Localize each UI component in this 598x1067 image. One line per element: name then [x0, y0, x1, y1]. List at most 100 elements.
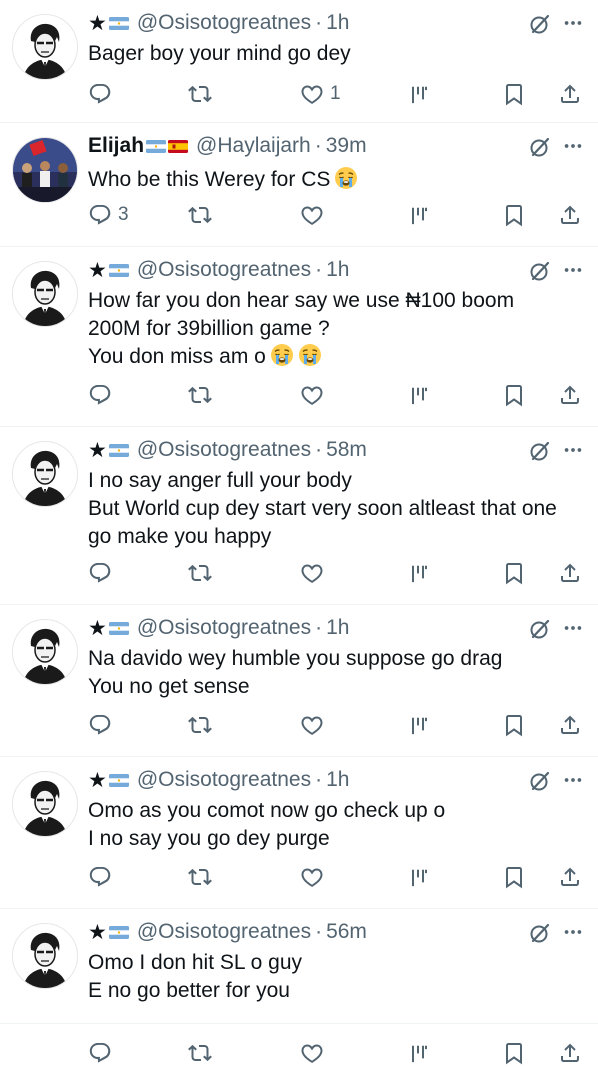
reply-button[interactable] [88, 711, 112, 739]
avatar[interactable] [12, 441, 78, 507]
tweet[interactable]: ★ @Osisotogreatnes · 1h How far you don … [0, 247, 598, 427]
separator-dot: · [315, 438, 323, 461]
display-name[interactable]: Elijah [88, 134, 188, 158]
reply-button[interactable] [88, 381, 112, 409]
tweet[interactable]: ★ @Osisotogreatnes · 1h Omo as you comot… [0, 757, 598, 909]
grok-icon[interactable] [528, 135, 552, 159]
views-button[interactable] [406, 1039, 430, 1067]
like-button[interactable] [300, 201, 324, 229]
retweet-button[interactable] [188, 381, 212, 409]
bookmark-button[interactable] [502, 711, 526, 739]
argentina-flag-icon [109, 622, 129, 635]
avatar[interactable] [12, 137, 78, 203]
views-button[interactable] [406, 711, 430, 739]
display-name[interactable]: ★ [88, 258, 129, 283]
display-name[interactable]: ★ [88, 920, 129, 945]
timestamp[interactable]: 39m [326, 134, 367, 158]
grok-icon[interactable] [528, 769, 552, 793]
display-name[interactable]: ★ [88, 616, 129, 641]
bookmark-button[interactable] [502, 201, 526, 229]
grok-icon[interactable] [528, 617, 552, 641]
more-icon[interactable] [562, 12, 584, 34]
retweet-button[interactable] [188, 201, 212, 229]
like-button[interactable] [300, 1039, 324, 1067]
bookmark-button[interactable] [502, 1039, 526, 1067]
argentina-flag-icon [109, 17, 129, 30]
display-name[interactable]: ★ [88, 11, 129, 36]
retweet-button[interactable] [188, 80, 212, 108]
share-button[interactable] [558, 1039, 582, 1067]
reply-button[interactable] [88, 863, 112, 891]
share-button[interactable] [558, 863, 582, 891]
user-handle[interactable]: @Osisotogreatnes [137, 11, 311, 35]
tweet-text-line: I no say anger full your body [88, 469, 352, 492]
more-icon[interactable] [562, 921, 584, 943]
share-button[interactable] [558, 201, 582, 229]
bookmark-button[interactable] [502, 80, 526, 108]
like-button[interactable] [300, 711, 324, 739]
views-button[interactable] [406, 80, 430, 108]
user-handle[interactable]: @Osisotogreatnes [137, 438, 311, 462]
tweet-header: ★ @Osisotogreatnes · 1h [88, 255, 518, 285]
timestamp[interactable]: 1h [326, 768, 349, 792]
tweet[interactable]: Elijah @Haylaijarh · 39m Who be this Wer… [0, 123, 598, 247]
views-button[interactable] [406, 381, 430, 409]
avatar[interactable] [12, 923, 78, 989]
user-handle[interactable]: @Osisotogreatnes [137, 920, 311, 944]
more-icon[interactable] [562, 769, 584, 791]
user-handle[interactable]: @Osisotogreatnes [137, 258, 311, 282]
tweet-actions [88, 1039, 584, 1067]
share-icon [558, 1041, 582, 1065]
user-handle[interactable]: @Haylaijarh [196, 134, 311, 158]
grok-icon[interactable] [528, 12, 552, 36]
more-icon[interactable] [562, 135, 584, 157]
more-icon[interactable] [562, 439, 584, 461]
user-handle[interactable]: @Osisotogreatnes [137, 616, 311, 640]
bookmark-button[interactable] [502, 559, 526, 587]
avatar[interactable] [12, 771, 78, 837]
display-name[interactable]: ★ [88, 768, 129, 793]
like-button[interactable] [300, 863, 324, 891]
retweet-button[interactable] [188, 863, 212, 891]
retweet-button[interactable] [188, 1039, 212, 1067]
avatar[interactable] [12, 619, 78, 685]
timestamp[interactable]: 58m [326, 438, 367, 462]
tweet[interactable]: ★ @Osisotogreatnes · 58m I no say anger … [0, 427, 598, 605]
tweet-header: ★ @Osisotogreatnes · 58m [88, 435, 518, 465]
reply-button[interactable] [88, 559, 112, 587]
tweet[interactable]: ★ @Osisotogreatnes · 56m Omo I don hit S… [0, 909, 598, 1024]
bookmark-button[interactable] [502, 863, 526, 891]
like-button[interactable] [300, 559, 324, 587]
share-button[interactable] [558, 559, 582, 587]
bookmark-button[interactable] [502, 381, 526, 409]
more-icon[interactable] [562, 617, 584, 639]
display-name[interactable]: ★ [88, 438, 129, 463]
avatar[interactable] [12, 261, 78, 327]
timestamp[interactable]: 1h [326, 11, 349, 35]
reply-button[interactable] [88, 1039, 112, 1067]
tweet-text-line: Bager boy your mind go dey [88, 42, 351, 65]
share-button[interactable] [558, 381, 582, 409]
timestamp[interactable]: 1h [326, 616, 349, 640]
views-button[interactable] [406, 201, 430, 229]
timestamp[interactable]: 56m [326, 920, 367, 944]
reply-button[interactable] [88, 80, 112, 108]
tweet[interactable]: ★ @Osisotogreatnes · 1h Na davido wey hu… [0, 605, 598, 757]
grok-icon[interactable] [528, 921, 552, 945]
retweet-button[interactable] [188, 559, 212, 587]
user-handle[interactable]: @Osisotogreatnes [137, 768, 311, 792]
views-button[interactable] [406, 559, 430, 587]
reply-button[interactable]: 3 [88, 201, 129, 229]
more-icon[interactable] [562, 259, 584, 281]
tweet[interactable]: ★ @Osisotogreatnes · 1h Bager boy your m… [0, 0, 598, 123]
views-button[interactable] [406, 863, 430, 891]
share-button[interactable] [558, 711, 582, 739]
like-button[interactable] [300, 381, 324, 409]
retweet-button[interactable] [188, 711, 212, 739]
share-button[interactable] [558, 80, 582, 108]
grok-icon[interactable] [528, 259, 552, 283]
like-button[interactable]: 1 [300, 80, 341, 108]
timestamp[interactable]: 1h [326, 258, 349, 282]
avatar[interactable] [12, 14, 78, 80]
grok-icon[interactable] [528, 439, 552, 463]
